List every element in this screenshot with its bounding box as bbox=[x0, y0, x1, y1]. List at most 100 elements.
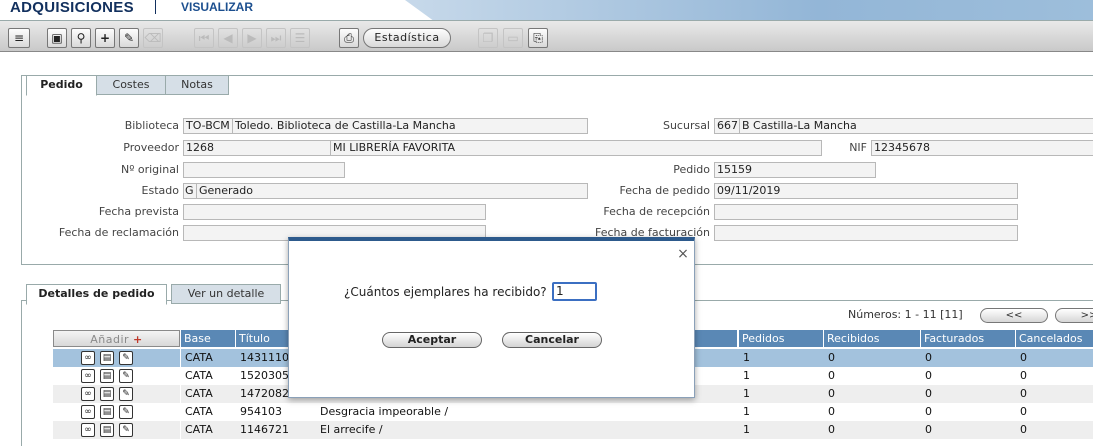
list-icon[interactable]: ☰ bbox=[290, 28, 310, 48]
pedido-label: Pedido bbox=[673, 163, 710, 176]
col-recibidos[interactable]: Recibidos bbox=[824, 330, 921, 347]
prev-icon[interactable]: ◀ bbox=[218, 28, 238, 48]
tab-notas[interactable]: Notas bbox=[165, 75, 229, 95]
search-icon[interactable]: ⚲ bbox=[71, 28, 91, 48]
table-row[interactable]: ∞ ▤ ✎ CATA 1146721 El arrecife / 1 0 0 0 bbox=[53, 421, 1093, 439]
cell-titulo: El arrecife / bbox=[316, 421, 739, 439]
cell-recibidos: 0 bbox=[824, 385, 921, 403]
cell-num: 1146721 bbox=[236, 421, 316, 439]
proveedor-name-field[interactable]: MI LIBRERÍA FAVORITA bbox=[330, 140, 822, 156]
document-icon[interactable]: ▤ bbox=[100, 405, 114, 419]
link-icon[interactable]: ∞ bbox=[81, 351, 95, 365]
col-cancelados[interactable]: Cancelados bbox=[1016, 330, 1093, 347]
cell-cancelados: 0 bbox=[1020, 405, 1027, 418]
tab-pedido[interactable]: Pedido bbox=[26, 75, 97, 96]
link-icon[interactable]: ∞ bbox=[81, 423, 95, 437]
tab-ver-detalle[interactable]: Ver un detalle bbox=[171, 284, 281, 304]
cell-recibidos: 0 bbox=[824, 421, 921, 439]
document-icon[interactable]: ▤ bbox=[100, 369, 114, 383]
sucursal-label: Sucursal bbox=[662, 119, 710, 132]
cell-recibidos: 0 bbox=[824, 349, 921, 367]
col-pedidos[interactable]: Pedidos bbox=[739, 330, 824, 347]
cell-pedidos: 1 bbox=[739, 385, 824, 403]
biblioteca-code-field[interactable]: TO-BCM bbox=[183, 118, 233, 134]
pencil-icon[interactable]: ✎ bbox=[119, 351, 133, 365]
tab-costes[interactable]: Costes bbox=[96, 75, 166, 95]
fecha-reclamacion-label: Fecha de reclamación bbox=[58, 226, 179, 239]
next-icon[interactable]: ▶ bbox=[242, 28, 262, 48]
ejemplares-input[interactable]: 1 bbox=[552, 282, 597, 301]
cancel-button[interactable]: Cancelar bbox=[502, 332, 602, 348]
cell-cancelados: 0 bbox=[1016, 421, 1093, 439]
ejemplares-dialog: × ¿Cuántos ejemplares ha recibido? 1 Ace… bbox=[288, 237, 695, 398]
row-actions bbox=[53, 385, 180, 403]
cell-recibidos: 0 bbox=[828, 405, 835, 418]
fecha-prevista-label: Fecha prevista bbox=[98, 205, 179, 218]
proveedor-code-field[interactable]: 1268 bbox=[183, 140, 331, 156]
add-row-button[interactable]: Añadir + bbox=[53, 330, 180, 347]
prev-page-button[interactable]: << bbox=[980, 308, 1048, 323]
cell-recibidos: 0 bbox=[828, 369, 835, 382]
col-facturados[interactable]: Facturados bbox=[921, 330, 1016, 347]
mode-title: VISUALIZAR bbox=[181, 0, 253, 14]
pencil-icon[interactable]: ✎ bbox=[119, 387, 133, 401]
trash-icon[interactable]: ⌫ bbox=[143, 28, 163, 48]
nif-field[interactable]: 12345678 bbox=[871, 140, 1093, 156]
row-actions bbox=[53, 421, 180, 439]
cell-cancelados: 0 bbox=[1016, 385, 1093, 403]
sucursal-code-field[interactable]: 667 bbox=[714, 118, 740, 134]
estado-code-field[interactable]: G bbox=[183, 183, 197, 199]
document-icon[interactable]: ▤ bbox=[100, 423, 114, 437]
fecha-recepcion-label: Fecha de recepción bbox=[603, 205, 710, 218]
row-actions bbox=[53, 403, 180, 421]
estado-name-field[interactable]: Generado bbox=[196, 183, 588, 199]
pencil-icon[interactable]: ✎ bbox=[119, 423, 133, 437]
cell-pedidos: 1 bbox=[743, 369, 750, 382]
edit-icon[interactable]: ✎ bbox=[119, 28, 139, 48]
cell-pedidos: 1 bbox=[739, 349, 824, 367]
copy-icon[interactable]: ❐ bbox=[478, 28, 498, 48]
export-icon[interactable]: ⎘ bbox=[528, 28, 548, 48]
app-header: ADQUISICIONES VISUALIZAR bbox=[0, 0, 1093, 20]
menu-icon[interactable]: ≡ bbox=[8, 28, 30, 48]
proveedor-label: Proveedor bbox=[123, 141, 179, 154]
last-icon[interactable]: ⏭ bbox=[266, 28, 286, 48]
biblioteca-name-field[interactable]: Toledo. Biblioteca de Castilla-La Mancha bbox=[232, 118, 588, 134]
fecha-prevista-field[interactable] bbox=[183, 204, 486, 220]
row-actions bbox=[53, 349, 180, 367]
document-icon[interactable]: ▤ bbox=[100, 351, 114, 365]
pencil-icon[interactable]: ✎ bbox=[119, 405, 133, 419]
table-row[interactable]: ∞ ▤ ✎ CATA 954103 Desgracia impeorable /… bbox=[53, 403, 1093, 421]
pedido-field[interactable]: 15159 bbox=[714, 162, 876, 178]
fecha-facturacion-field[interactable] bbox=[714, 225, 1018, 241]
fecha-pedido-field[interactable]: 09/11/2019 bbox=[714, 183, 1018, 199]
disk-icon[interactable]: ▣ bbox=[47, 28, 67, 48]
document-icon[interactable]: ▤ bbox=[100, 387, 114, 401]
link-icon[interactable]: ∞ bbox=[81, 369, 95, 383]
header-decoration bbox=[405, 0, 1093, 20]
pencil-icon[interactable]: ✎ bbox=[119, 369, 133, 383]
close-icon[interactable]: × bbox=[676, 247, 690, 261]
estadistica-button[interactable]: Estadística bbox=[363, 28, 451, 48]
accept-button[interactable]: Aceptar bbox=[382, 332, 482, 348]
cell-facturados: 0 bbox=[921, 349, 1016, 367]
first-icon[interactable]: ⏮ bbox=[194, 28, 214, 48]
cell-titulo: Desgracia impeorable / bbox=[320, 405, 449, 418]
norig-field[interactable] bbox=[183, 162, 345, 178]
link-icon[interactable]: ∞ bbox=[81, 405, 95, 419]
plus-icon[interactable]: + bbox=[95, 28, 115, 48]
link-icon[interactable]: ∞ bbox=[81, 387, 95, 401]
cell-base: CATA bbox=[185, 369, 213, 382]
folder-icon[interactable]: ▭ bbox=[503, 28, 523, 48]
next-page-button[interactable]: >> bbox=[1055, 308, 1093, 323]
cell-pedidos: 1 bbox=[743, 405, 750, 418]
nif-label: NIF bbox=[849, 141, 867, 154]
header-divider bbox=[155, 0, 156, 14]
col-base[interactable]: Base bbox=[181, 330, 236, 347]
add-label: Añadir bbox=[90, 333, 130, 346]
fecha-recepcion-field[interactable] bbox=[714, 204, 1018, 220]
tab-detalles-pedido[interactable]: Detalles de pedido bbox=[26, 284, 167, 305]
print-icon[interactable]: ⎙ bbox=[339, 28, 359, 48]
fecha-pedido-label: Fecha de pedido bbox=[619, 184, 711, 197]
sucursal-name-field[interactable]: B Castilla-La Mancha bbox=[739, 118, 1093, 134]
